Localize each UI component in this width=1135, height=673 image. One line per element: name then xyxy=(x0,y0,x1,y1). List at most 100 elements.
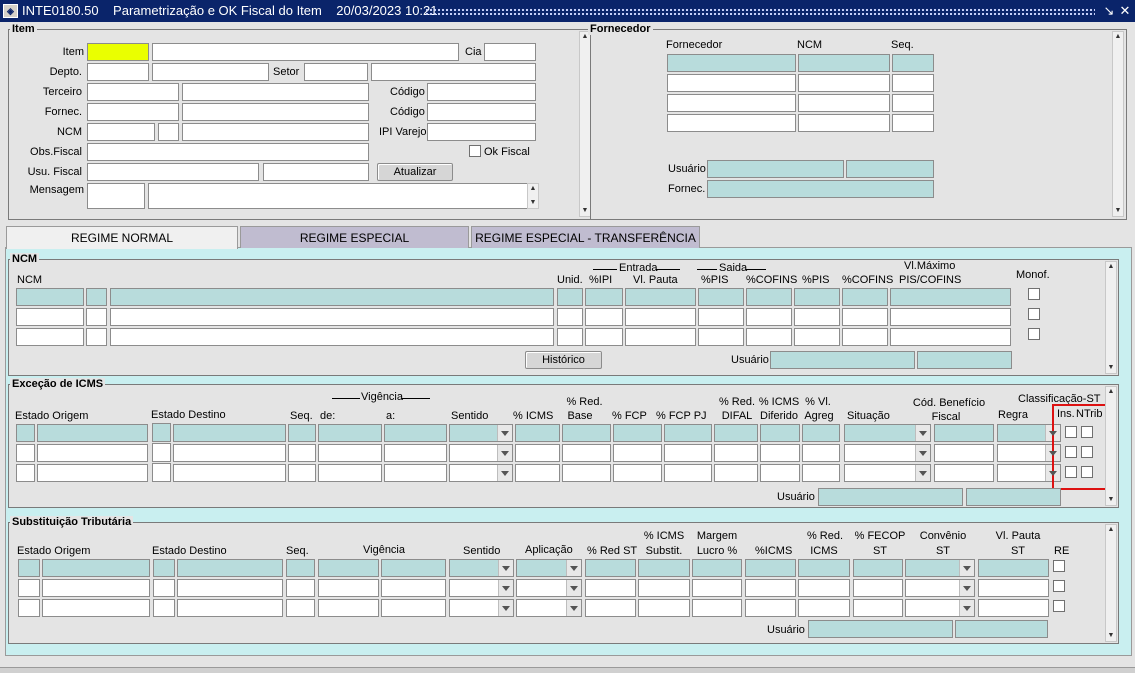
mensagem-scrollbar[interactable]: ▲ ▼ xyxy=(527,183,539,209)
ncm-ipi-field[interactable] xyxy=(585,328,623,346)
icms-red-base-field[interactable] xyxy=(562,464,611,482)
icms-uf-destino-field[interactable] xyxy=(152,423,171,442)
tab-regime-especial-transferencia[interactable]: REGIME ESPECIAL - TRANSFERÊNCIA xyxy=(471,226,700,248)
st-fecop-field[interactable] xyxy=(853,599,903,617)
icms-fcp-pj-field[interactable] xyxy=(664,444,712,462)
icms-estado-destino-field[interactable] xyxy=(173,444,286,462)
scroll-down-icon[interactable]: ▼ xyxy=(1106,631,1116,641)
icms-icms-diferido-field[interactable] xyxy=(760,424,800,442)
ncm-cofins-entrada-field[interactable] xyxy=(746,308,792,326)
st-icms-field[interactable] xyxy=(745,599,796,617)
chevron-down-icon[interactable] xyxy=(1049,431,1057,436)
obs-fiscal-field[interactable] xyxy=(87,143,369,161)
icms-uf-origem-field[interactable] xyxy=(16,444,35,462)
ncm-desc-field[interactable] xyxy=(110,308,554,326)
mensagem-text-field[interactable] xyxy=(148,183,528,209)
chevron-down-icon[interactable] xyxy=(963,566,971,571)
ncm-monof-checkbox[interactable] xyxy=(1028,308,1040,320)
st-vigencia-a-field[interactable] xyxy=(381,579,446,597)
ncm-desc-field[interactable] xyxy=(110,328,554,346)
st-icms-subst-field[interactable] xyxy=(638,579,690,597)
icms-sentido-select[interactable] xyxy=(449,424,513,442)
icms-estado-origem-field[interactable] xyxy=(37,464,148,482)
fornec-codigo-field[interactable] xyxy=(427,103,536,121)
ncm-monof-checkbox[interactable] xyxy=(1028,288,1040,300)
st-re-checkbox[interactable] xyxy=(1053,580,1065,592)
st-red-st-field[interactable] xyxy=(585,559,636,577)
st-vigencia-de-field[interactable] xyxy=(318,599,379,617)
icms-estado-destino-field[interactable] xyxy=(173,424,286,442)
fornecedor-fornecedor-field[interactable] xyxy=(667,54,796,72)
icms-red-base-field[interactable] xyxy=(562,424,611,442)
chevron-down-icon[interactable] xyxy=(1049,451,1057,456)
scroll-down-icon[interactable]: ▼ xyxy=(1113,206,1123,216)
chevron-down-icon[interactable] xyxy=(919,431,927,436)
icms-fcp-pj-field[interactable] xyxy=(664,464,712,482)
st-sentido-select[interactable] xyxy=(449,559,514,577)
st-uf-destino-field[interactable] xyxy=(153,579,175,597)
item-code-field[interactable] xyxy=(87,43,149,61)
st-estado-destino-field[interactable] xyxy=(177,579,283,597)
chevron-down-icon[interactable] xyxy=(502,606,510,611)
st-uf-origem-field[interactable] xyxy=(18,559,40,577)
ncm-unid-field[interactable] xyxy=(557,328,583,346)
icms-icms-diferido-field[interactable] xyxy=(760,444,800,462)
icms-situacao-select[interactable] xyxy=(844,424,931,442)
icms-scrollbar[interactable]: ▲ ▼ xyxy=(1105,386,1117,506)
cia-field[interactable] xyxy=(484,43,536,61)
fornecedor-seq-field[interactable] xyxy=(892,94,934,112)
st-red-st-field[interactable] xyxy=(585,579,636,597)
item-desc-field[interactable] xyxy=(152,43,459,61)
ncm-ncm-ext-field[interactable] xyxy=(86,288,107,306)
chevron-down-icon[interactable] xyxy=(570,566,578,571)
icms-fcp-pj-field[interactable] xyxy=(664,424,712,442)
ncm-cofins-entrada-field[interactable] xyxy=(746,288,792,306)
terceiro-desc-field[interactable] xyxy=(182,83,369,101)
st-margem-field[interactable] xyxy=(692,559,742,577)
st-sentido-select[interactable] xyxy=(449,599,514,617)
st-red-icms-field[interactable] xyxy=(798,559,850,577)
usu-fiscal-date-field[interactable] xyxy=(263,163,369,181)
icms-red-difal-field[interactable] xyxy=(714,424,758,442)
icms-cod-beneficio-field[interactable] xyxy=(934,424,994,442)
chevron-down-icon[interactable] xyxy=(963,606,971,611)
st-estado-origem-field[interactable] xyxy=(42,579,150,597)
ncm-ncm-ext-field[interactable] xyxy=(86,328,107,346)
icms-icms-field[interactable] xyxy=(515,444,560,462)
fornecedor-ncm-field[interactable] xyxy=(798,94,890,112)
ncm-cofins-saida-field[interactable] xyxy=(842,308,888,326)
ncm-code-field[interactable] xyxy=(87,123,155,141)
icms-vl-agreg-field[interactable] xyxy=(802,444,840,462)
st-icms-field[interactable] xyxy=(745,579,796,597)
st-icms-subst-field[interactable] xyxy=(638,559,690,577)
ncm-scrollbar[interactable]: ▲ ▼ xyxy=(1105,261,1117,374)
ncm-vl-maximo-field[interactable] xyxy=(890,288,1011,306)
chevron-down-icon[interactable] xyxy=(919,471,927,476)
icms-vigencia-a-field[interactable] xyxy=(384,444,447,462)
fornecedor-scrollbar[interactable]: ▲ ▼ xyxy=(1112,31,1124,217)
icms-vigencia-de-field[interactable] xyxy=(318,444,382,462)
chevron-down-icon[interactable] xyxy=(963,586,971,591)
st-vigencia-de-field[interactable] xyxy=(318,559,379,577)
terceiro-code-field[interactable] xyxy=(87,83,179,101)
st-convenio-select[interactable] xyxy=(905,599,975,617)
icms-red-difal-field[interactable] xyxy=(714,444,758,462)
icms-estado-destino-field[interactable] xyxy=(173,464,286,482)
ncm-ncm-field[interactable] xyxy=(16,288,84,306)
icms-icms-field[interactable] xyxy=(515,424,560,442)
ncm-unid-field[interactable] xyxy=(557,308,583,326)
scroll-up-icon[interactable]: ▲ xyxy=(528,184,538,194)
icms-fcp-field[interactable] xyxy=(613,444,662,462)
chevron-down-icon[interactable] xyxy=(501,431,509,436)
ncm-desc-field[interactable] xyxy=(110,288,554,306)
st-estado-origem-field[interactable] xyxy=(42,599,150,617)
st-vl-pauta-field[interactable] xyxy=(978,599,1049,617)
icms-icms-field[interactable] xyxy=(515,464,560,482)
icms-sentido-select[interactable] xyxy=(449,464,513,482)
ncm-cofins-entrada-field[interactable] xyxy=(746,328,792,346)
icms-vl-agreg-field[interactable] xyxy=(802,424,840,442)
chevron-down-icon[interactable] xyxy=(1049,471,1057,476)
st-estado-origem-field[interactable] xyxy=(42,559,150,577)
st-vigencia-a-field[interactable] xyxy=(381,599,446,617)
icms-cod-beneficio-field[interactable] xyxy=(934,444,994,462)
